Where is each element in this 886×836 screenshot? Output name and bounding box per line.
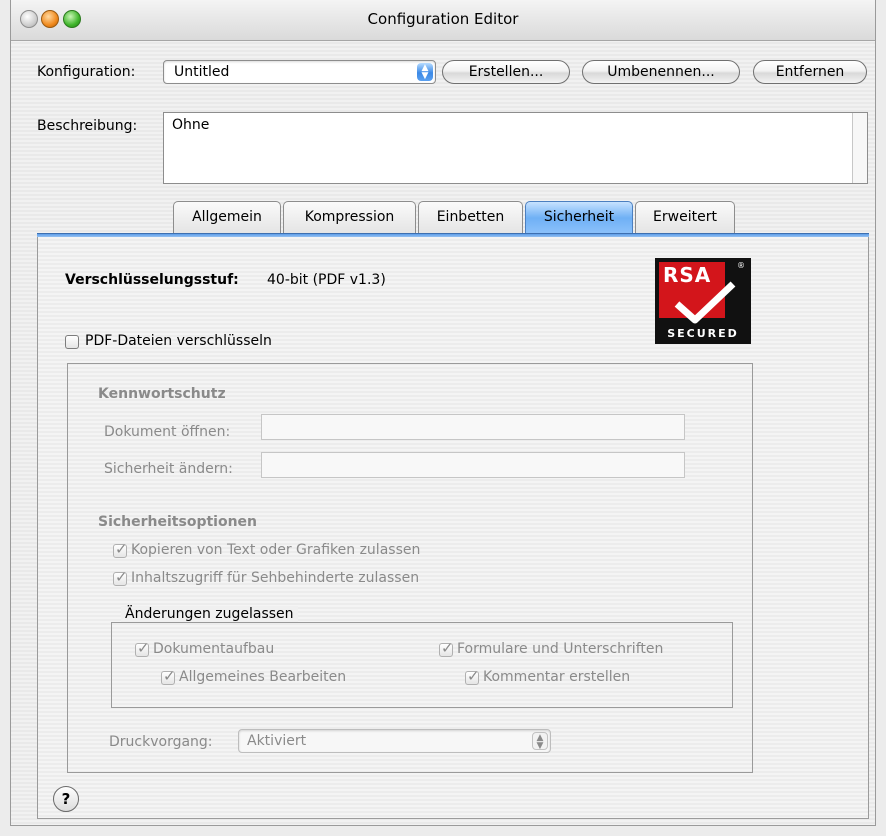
allow-copy-label: Kopieren von Text oder Grafiken zulassen [131, 542, 421, 558]
tab-einbetten[interactable]: Einbetten [418, 201, 523, 234]
configuration-label: Konfiguration: [37, 64, 136, 80]
document-assembly-label: Dokumentaufbau [153, 641, 275, 657]
tab-erweitert[interactable]: Erweitert [635, 201, 735, 234]
title-bar: Configuration Editor [11, 0, 875, 41]
open-password-label: Dokument öffnen: [104, 424, 231, 440]
description-label: Beschreibung: [37, 118, 138, 134]
tab-allgemein[interactable]: Allgemein [173, 201, 281, 234]
forms-signatures-checkbox[interactable] [439, 639, 454, 657]
encrypt-pdf-label: PDF-Dateien verschlüsseln [85, 333, 272, 349]
select-arrows-icon: ▲ ▼ [417, 63, 433, 81]
rsa-secured-logo: RSA ® SECURED [655, 258, 751, 344]
change-security-label: Sicherheit ändern: [104, 461, 233, 477]
window-title: Configuration Editor [367, 10, 519, 28]
general-editing-checkbox[interactable] [161, 667, 176, 685]
allow-copy-checkbox[interactable] [113, 540, 128, 558]
changes-allowed-heading: Änderungen zugelassen [121, 606, 298, 622]
configuration-editor-window: Configuration Editor Konfiguration: Unti… [10, 0, 876, 826]
encrypt-pdf-checkbox[interactable] [65, 335, 79, 349]
password-protection-heading: Kennwortschutz [98, 386, 226, 402]
change-security-password-field[interactable] [261, 452, 685, 478]
forms-signatures-label: Formulare und Unterschriften [457, 641, 664, 657]
tab-kompression[interactable]: Kompression [283, 201, 416, 234]
configuration-select-value: Untitled [174, 64, 230, 80]
rsa-logo-registered-mark: ® [737, 261, 745, 270]
create-comments-checkbox[interactable] [465, 667, 480, 685]
allow-accessibility-checkbox[interactable] [113, 568, 128, 586]
open-password-field[interactable] [261, 414, 685, 440]
document-assembly-checkbox[interactable] [135, 639, 150, 657]
create-button[interactable]: Erstellen... [442, 60, 570, 84]
printing-select[interactable]: Aktiviert ▲ ▼ [238, 729, 551, 753]
help-button[interactable]: ? [53, 786, 79, 812]
description-value: Ohne [172, 117, 210, 133]
rsa-logo-caption: SECURED [667, 327, 739, 340]
tab-sicherheit[interactable]: Sicherheit [525, 201, 633, 234]
description-scrollbar[interactable] [852, 113, 867, 183]
select-arrows-icon: ▲ ▼ [532, 732, 548, 751]
encryption-level-label: Verschlüsselungsstuf: [65, 272, 239, 288]
rename-button[interactable]: Umbenennen... [582, 60, 740, 84]
configuration-select[interactable]: Untitled ▲ ▼ [163, 60, 436, 84]
printing-select-value: Aktiviert [247, 733, 307, 749]
create-comments-label: Kommentar erstellen [483, 669, 631, 685]
changes-allowed-group [111, 622, 733, 708]
printing-label: Druckvorgang: [109, 734, 213, 750]
allow-accessibility-label: Inhaltszugriff für Sehbehinderte zulasse… [131, 570, 420, 586]
description-textarea[interactable]: Ohne [163, 112, 868, 184]
remove-button[interactable]: Entfernen [753, 60, 867, 84]
security-options-heading: Sicherheitsoptionen [98, 514, 258, 530]
rsa-checkmark-icon [674, 281, 736, 324]
general-editing-label: Allgemeines Bearbeiten [179, 669, 347, 685]
encryption-level-value: 40-bit (PDF v1.3) [267, 272, 386, 288]
